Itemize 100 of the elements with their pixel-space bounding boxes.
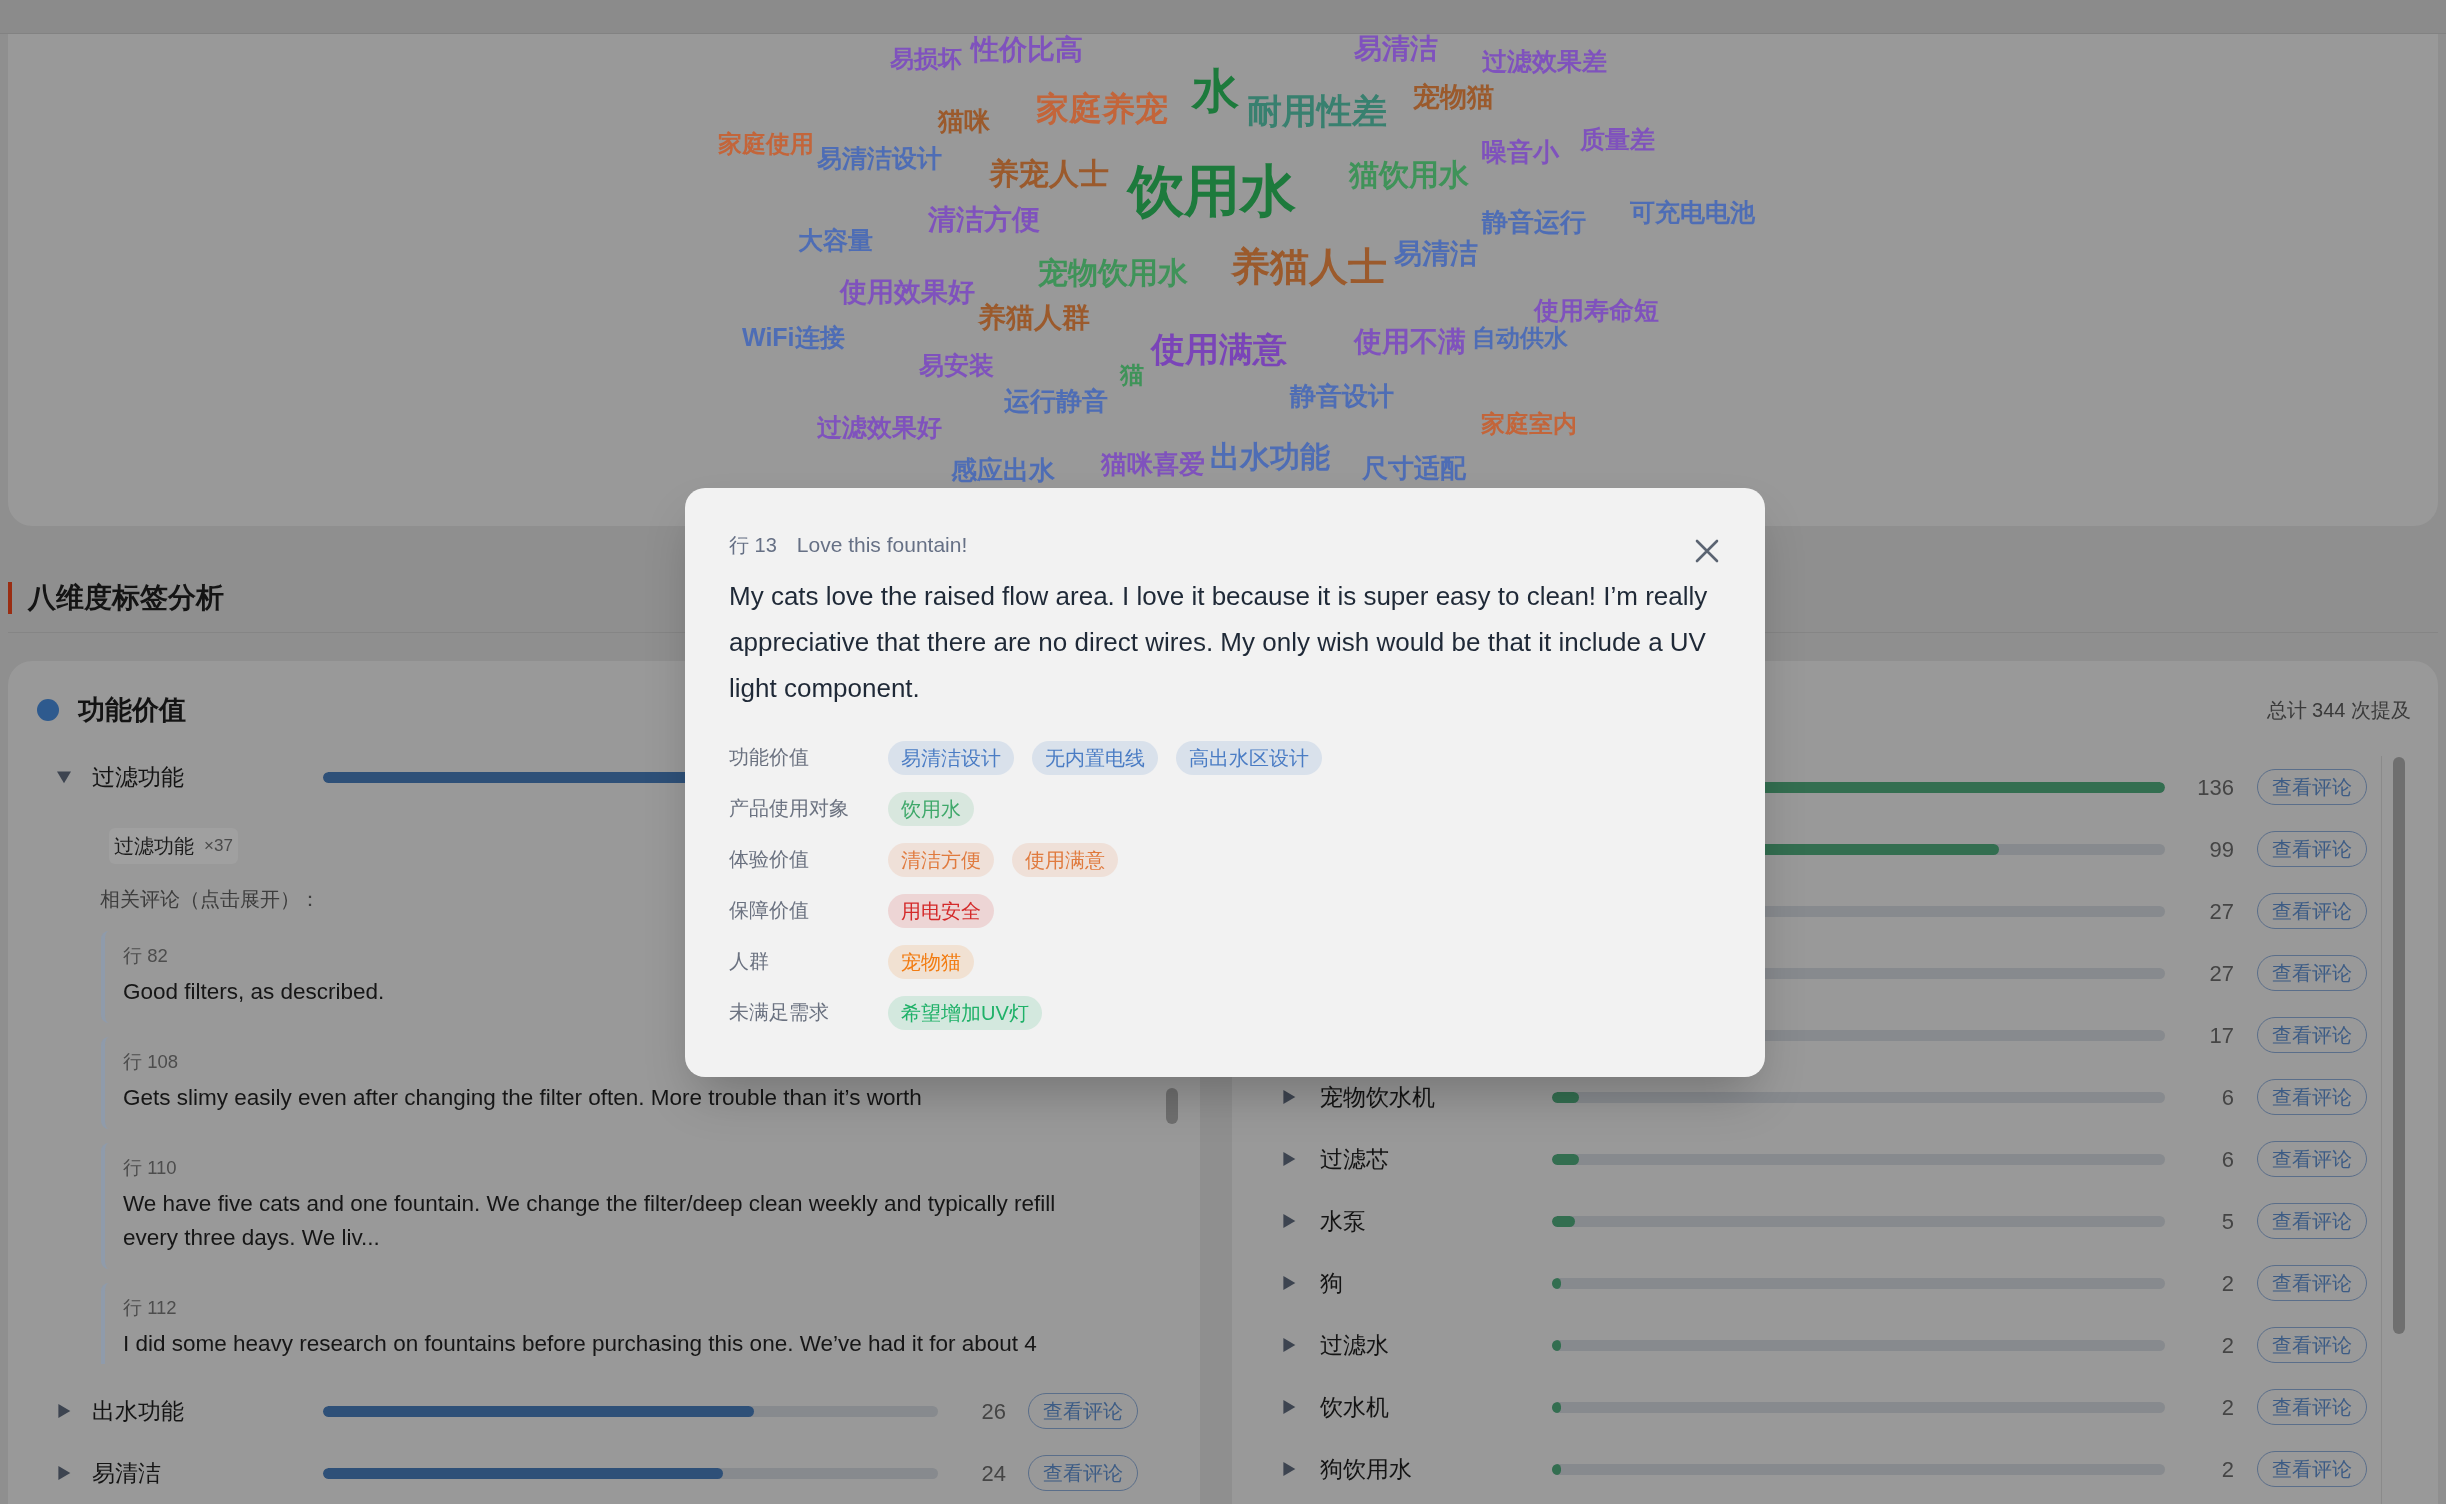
mention-count: 2: [2221, 1455, 2234, 1484]
tag-group-label: 功能价值: [729, 745, 809, 768]
word-cloud-term: 过滤效果差: [1482, 48, 1607, 74]
word-cloud-term: 过滤效果好: [817, 414, 942, 440]
mention-count: 2: [2221, 1269, 2234, 1298]
word-cloud-term: 猫饮用水: [1349, 160, 1469, 190]
word-cloud-term: 宠物猫: [1413, 83, 1494, 111]
word-cloud-term: 养猫人士: [1231, 246, 1387, 286]
tag-name: 过滤水: [1320, 1331, 1389, 1358]
word-cloud-term: 猫: [1120, 363, 1144, 387]
tag-group-label: 体验价值: [729, 847, 809, 870]
word-cloud-term: WiFi连接: [742, 324, 845, 350]
tag-chip: 清洁方便: [888, 842, 994, 877]
word-cloud-term: 性价比高: [971, 36, 1083, 64]
word-cloud-term: 噪音小: [1481, 139, 1559, 165]
word-cloud-term: 饮用水: [1128, 163, 1296, 219]
tag-chip: 无内置电线: [1032, 740, 1158, 775]
word-cloud-term: 家庭室内: [1481, 412, 1577, 436]
mention-count: 6: [2221, 1145, 2234, 1174]
comments-heading: 相关评论（点击展开）：: [100, 887, 320, 912]
tag-group-label: 人群: [729, 949, 769, 972]
mention-count: 27: [2209, 897, 2234, 926]
section-title: 八维度标签分析: [8, 582, 224, 614]
comment-text: We have five cats and one fountain. We change the filter/deep clean weekly and typically refill every three days. We liv...: [123, 1190, 1057, 1252]
scrollbar-thumb[interactable]: [2393, 757, 2405, 1334]
tag-chip: 希望增加UV灯: [888, 995, 1042, 1030]
mention-count: 24: [981, 1459, 1006, 1488]
word-cloud-term: 使用效果好: [840, 278, 975, 306]
close-button[interactable]: [1693, 537, 1721, 565]
mention-count: 5: [2221, 1207, 2234, 1236]
caret-icon[interactable]: [1282, 1276, 1296, 1290]
tag-chip: 易清洁设计: [888, 740, 1014, 775]
tag-name: 狗: [1320, 1269, 1343, 1296]
word-cloud-term: 猫咪喜爱: [1101, 451, 1205, 477]
comment-row-number: 行 108: [123, 1051, 178, 1073]
comment-row-number: 行 82: [123, 945, 168, 967]
total-mentions: 总计 344 次提及: [2266, 698, 2411, 723]
mention-count: 136: [2197, 773, 2234, 802]
word-cloud-term: 养宠人士: [989, 159, 1109, 189]
word-cloud-term: 清洁方便: [928, 206, 1040, 234]
caret-icon[interactable]: [1282, 1214, 1296, 1228]
tag-name: 过滤芯: [1320, 1145, 1389, 1172]
word-cloud-term: 易清洁设计: [817, 145, 942, 171]
word-cloud-term: 水: [1192, 66, 1239, 114]
word-cloud-term: 使用满意: [1151, 332, 1287, 366]
caret-icon[interactable]: [57, 1404, 71, 1418]
word-cloud-term: 养猫人群: [978, 304, 1090, 332]
comment-text: Good filters, as described.: [123, 978, 385, 1006]
word-cloud-term: 可充电电池: [1630, 199, 1755, 225]
caret-icon[interactable]: [1282, 1338, 1296, 1352]
word-cloud-term: 大容量: [798, 227, 873, 253]
tag-name: 出水功能: [92, 1397, 184, 1424]
mention-count: 2: [2221, 1331, 2234, 1360]
review-title: Love this fountain!: [796, 532, 968, 559]
caret-icon[interactable]: [1282, 1152, 1296, 1166]
tag-name: 易清洁: [92, 1459, 161, 1486]
subtag-label: 过滤功能: [114, 834, 194, 859]
word-cloud-term: 感应出水: [951, 457, 1055, 483]
close-icon: [1695, 539, 1719, 563]
tag-name: 宠物饮水机: [1320, 1083, 1435, 1110]
tag-chip: 高出水区设计: [1176, 740, 1322, 775]
word-cloud-term: 尺寸适配: [1362, 455, 1466, 481]
mention-count: 17: [2209, 1021, 2234, 1050]
word-cloud-term: 猫咪: [938, 108, 990, 134]
word-cloud-term: 自动供水: [1472, 326, 1568, 350]
comment-card[interactable]: 行 110 We have five cats and one fountain. We change the filter/deep clean weekly and typically refill every three days. We liv...: [101, 1143, 1104, 1269]
tag-group-label: 保障价值: [729, 898, 809, 921]
word-cloud-term: 使用寿命短: [1534, 297, 1659, 323]
caret-icon[interactable]: [1282, 1090, 1296, 1104]
caret-icon[interactable]: [1282, 1400, 1296, 1414]
scrollbar-thumb[interactable]: [1166, 1088, 1178, 1124]
mention-count: 99: [2209, 835, 2234, 864]
word-cloud-term: 家庭使用: [718, 132, 814, 156]
tag-name: 过滤功能: [92, 763, 184, 790]
comment-row-number: 行 110: [123, 1157, 177, 1179]
tag-name: 饮水机: [1320, 1393, 1389, 1420]
tag-name: 水泵: [1320, 1207, 1366, 1234]
word-cloud-term: 出水功能: [1210, 442, 1330, 472]
panel-title: 功能价值: [78, 693, 186, 727]
caret-icon[interactable]: [57, 770, 71, 784]
mention-count: 6: [2221, 1083, 2234, 1112]
comment-card[interactable]: 行 112 I did some heavy research on fountains before purchasing this one. We’ve had it for about 4: [101, 1283, 1104, 1364]
comment-text: Gets slimy easily even after changing the filter often. More trouble than it’s worth: [123, 1084, 922, 1112]
tag-chip: 宠物猫: [888, 944, 974, 979]
tag-chip: 饮用水: [888, 791, 974, 826]
word-cloud-term: 家庭养宠: [1036, 91, 1168, 125]
word-cloud-term: 静音运行: [1482, 209, 1586, 235]
mention-count: 2: [2221, 1393, 2234, 1422]
comment-row-number: 行 112: [123, 1297, 177, 1319]
caret-icon[interactable]: [57, 1466, 71, 1480]
mention-count: 26: [981, 1397, 1006, 1426]
word-cloud-term: 使用不满: [1354, 328, 1466, 356]
word-cloud-term: 质量差: [1580, 126, 1655, 152]
word-cloud-term: 易清洁: [1354, 35, 1438, 63]
word-cloud-term: 运行静音: [1004, 388, 1108, 414]
caret-icon[interactable]: [1282, 1462, 1296, 1476]
mention-count: 27: [2209, 959, 2234, 988]
word-cloud-term: 静音设计: [1290, 383, 1394, 409]
tag-chip: 用电安全: [888, 893, 994, 928]
tag-name: 狗饮用水: [1320, 1455, 1412, 1482]
